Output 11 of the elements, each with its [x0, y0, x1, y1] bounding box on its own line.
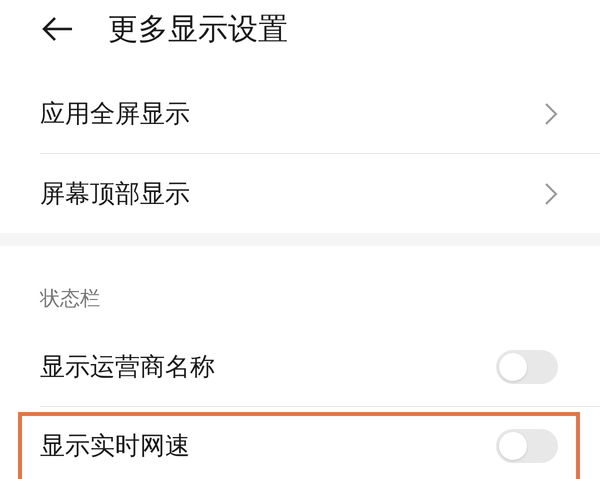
chevron-right-icon	[544, 182, 558, 206]
setting-label: 应用全屏显示	[40, 98, 191, 130]
back-arrow-icon[interactable]	[42, 16, 74, 42]
chevron-right-icon	[544, 102, 558, 126]
page-title: 更多显示设置	[108, 10, 288, 48]
setting-label: 显示实时网速	[40, 430, 191, 462]
setting-label: 显示运营商名称	[40, 351, 216, 384]
setting-label: 屏幕顶部显示	[40, 178, 191, 210]
toggle-switch[interactable]	[496, 429, 558, 463]
section-title: 状态栏	[40, 285, 100, 312]
toggle-switch[interactable]	[496, 350, 558, 384]
